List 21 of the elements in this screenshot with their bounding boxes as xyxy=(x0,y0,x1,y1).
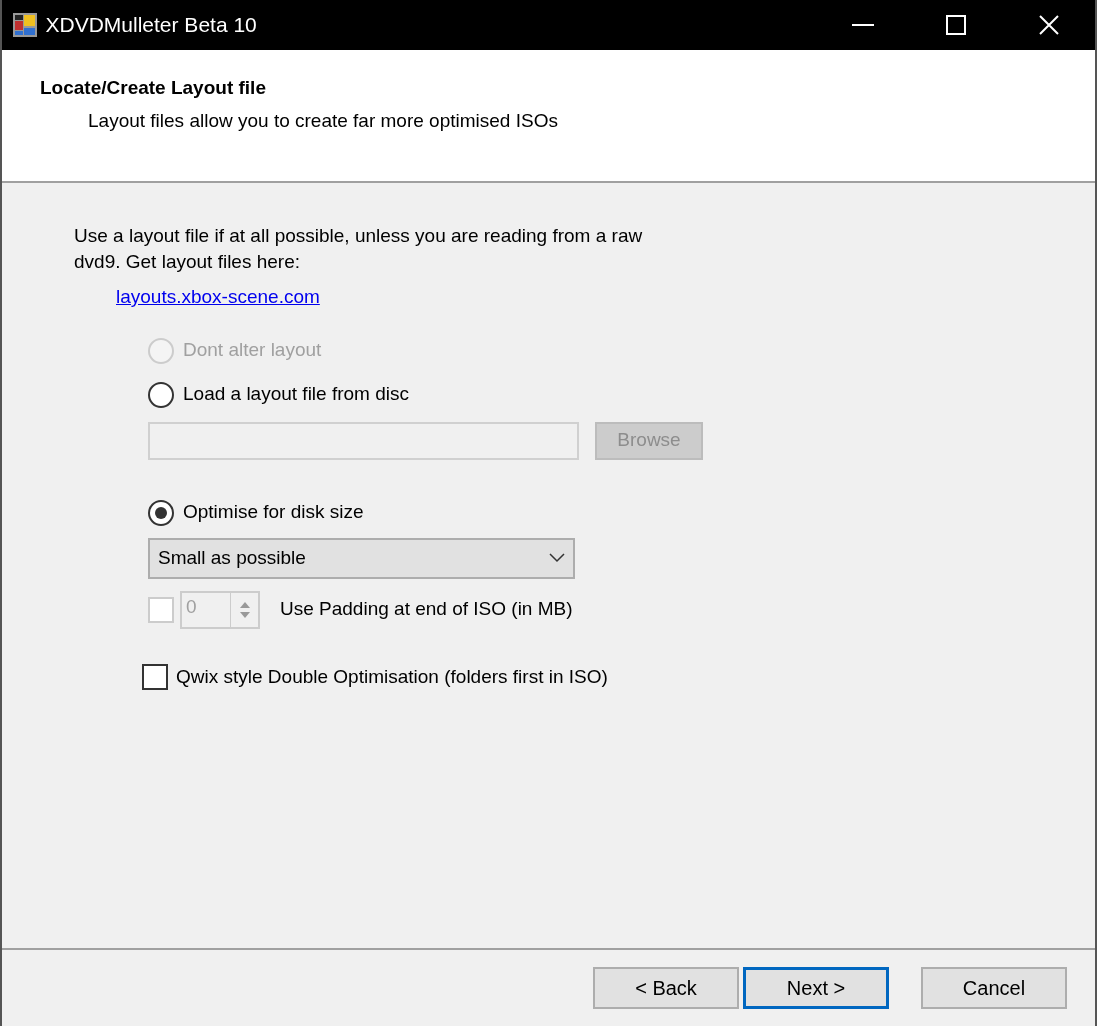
maximize-icon xyxy=(944,15,967,35)
radio-option[interactable]: Optimise for disk size xyxy=(148,495,364,530)
wizard-button[interactable]: Cancel xyxy=(921,967,1067,1009)
spin-up-icon[interactable] xyxy=(239,601,250,608)
wizard-button[interactable]: < Back xyxy=(593,967,739,1009)
page-title: Locate/Create Layout file xyxy=(40,76,267,100)
qwix-checkbox[interactable] xyxy=(142,663,168,690)
size-dropdown[interactable]: Small as possible xyxy=(148,537,575,579)
wizard-button[interactable]: Next > xyxy=(743,967,889,1009)
page-subtitle: Layout files allow you to create far more optimised ISOs xyxy=(88,108,559,133)
radio-option[interactable]: Load a layout file from disc xyxy=(148,377,409,412)
app-icon xyxy=(11,12,38,38)
intro-text: Use a layout file if at all possible, unless you are reading from a raw dvd9. Get layout files here: xyxy=(74,224,644,274)
spin-down-icon[interactable] xyxy=(239,611,250,618)
checkbox-label: Use Padding at end of ISO (in MB) xyxy=(280,597,573,622)
checkbox-label: Qwix style Double Optimisation (folders first in ISO) xyxy=(176,664,608,689)
minimize-icon xyxy=(851,24,874,26)
link[interactable]: layouts.xbox-scene.com xyxy=(116,283,320,312)
close-icon xyxy=(1037,15,1060,35)
chevron-down-icon xyxy=(549,553,565,563)
window-title: XDVDMulleter Beta 10 xyxy=(45,12,257,39)
